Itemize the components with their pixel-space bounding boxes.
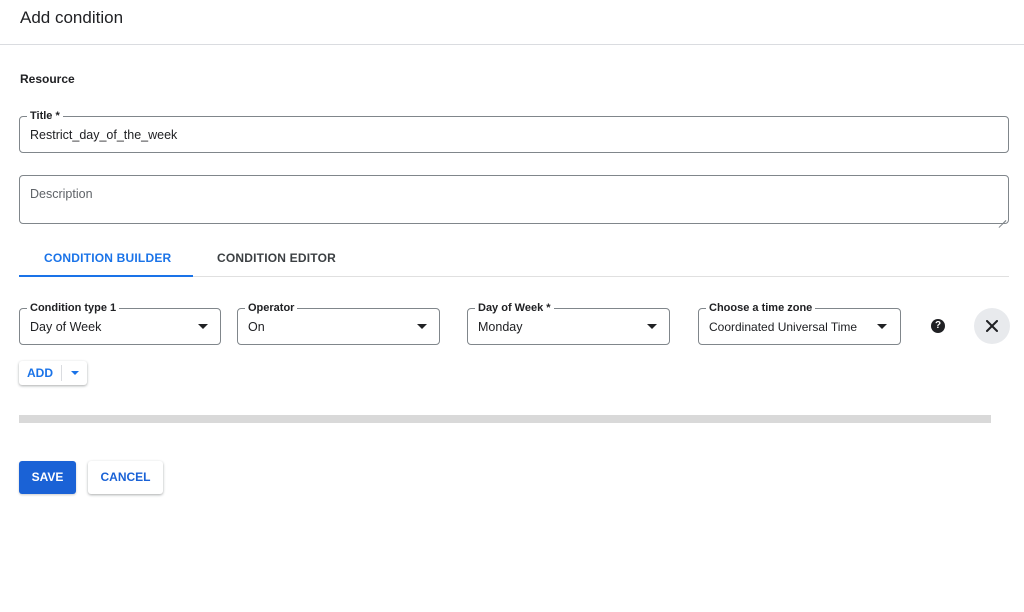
operator-value: On	[248, 320, 265, 334]
dropdown-arrow-icon	[877, 324, 887, 329]
operator-label: Operator	[245, 301, 298, 315]
title-field-value[interactable]: Restrict_day_of_the_week	[30, 128, 177, 142]
add-split-button: ADD	[19, 361, 87, 385]
description-placeholder: Description	[30, 187, 93, 201]
active-tab-indicator	[19, 275, 193, 277]
save-button[interactable]: SAVE	[19, 461, 76, 494]
time-zone-value: Coordinated Universal Time	[709, 320, 858, 334]
tab-condition-builder[interactable]: CONDITION BUILDER	[44, 251, 171, 265]
progress-bar	[19, 415, 991, 423]
chevron-down-icon	[71, 371, 79, 375]
day-of-week-value: Monday	[478, 320, 523, 334]
resize-handle-icon[interactable]	[998, 213, 1006, 221]
description-field[interactable]: Description	[19, 175, 1009, 224]
day-of-week-select[interactable]: Day of Week * Monday	[467, 301, 670, 345]
day-of-week-label: Day of Week *	[475, 301, 554, 315]
condition-type-value: Day of Week	[30, 320, 102, 334]
remove-condition-button[interactable]	[974, 308, 1010, 344]
time-zone-label: Choose a time zone	[706, 301, 816, 315]
dropdown-arrow-icon	[647, 324, 657, 329]
title-field-label: Title *	[27, 109, 63, 123]
condition-type-select[interactable]: Condition type 1 Day of Week	[19, 301, 221, 345]
dropdown-arrow-icon	[417, 324, 427, 329]
add-button[interactable]: ADD	[19, 361, 61, 385]
time-zone-select[interactable]: Choose a time zone Coordinated Universal…	[698, 301, 901, 345]
condition-type-label: Condition type 1	[27, 301, 120, 315]
dialog-header: Add condition	[0, 0, 1024, 45]
dialog-title: Add condition	[20, 8, 124, 27]
dropdown-arrow-icon	[198, 324, 208, 329]
title-field[interactable]: Title * Restrict_day_of_the_week	[19, 109, 1009, 153]
condition-tabs: CONDITION BUILDER CONDITION EDITOR	[19, 240, 1009, 277]
cancel-button[interactable]: CANCEL	[88, 461, 163, 494]
tab-condition-editor[interactable]: CONDITION EDITOR	[217, 251, 336, 265]
help-icon[interactable]: ?	[931, 319, 945, 333]
add-menu-button[interactable]	[62, 361, 87, 385]
resource-section-label: Resource	[20, 72, 75, 86]
close-icon	[986, 320, 998, 332]
operator-select[interactable]: Operator On	[237, 301, 440, 345]
